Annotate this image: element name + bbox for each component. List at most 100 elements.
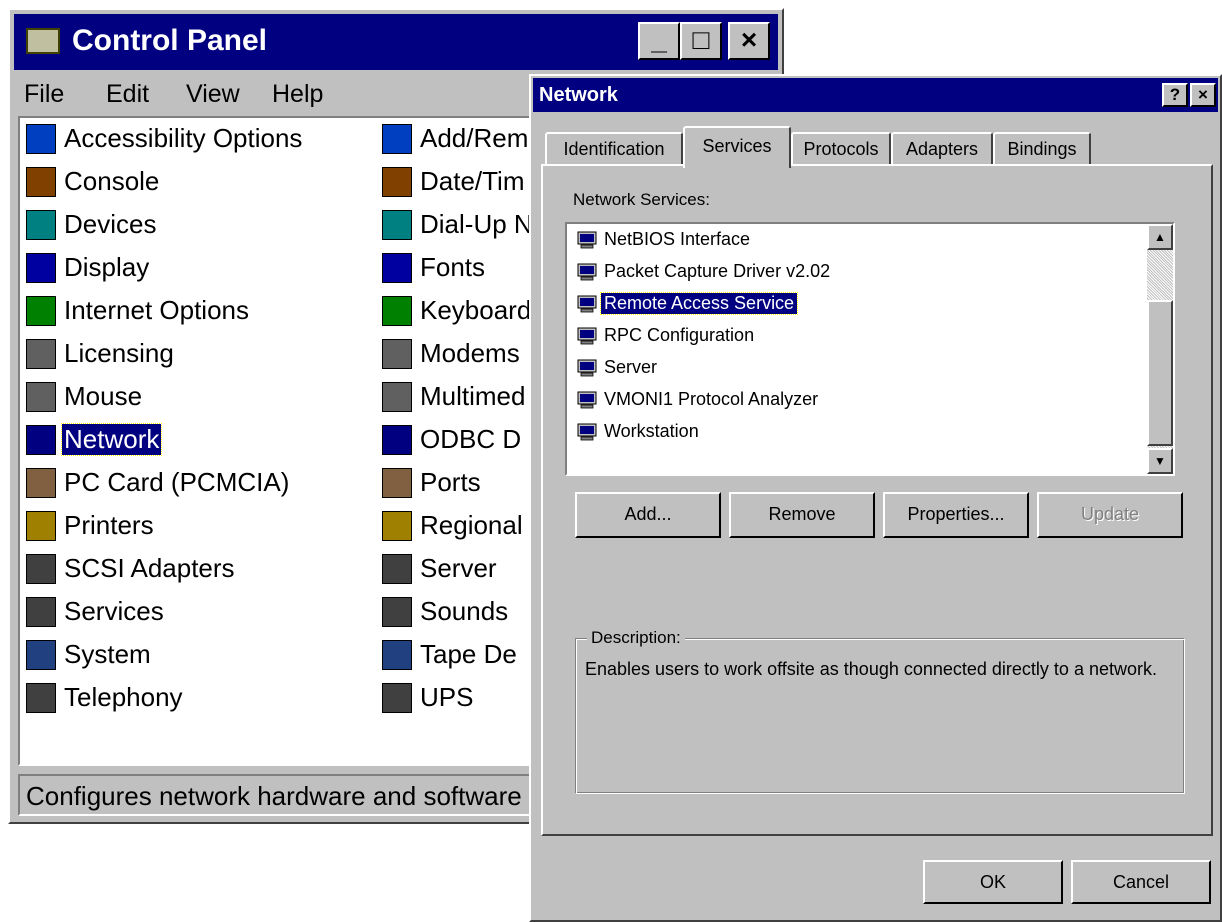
cp-item-label: Date/Tim <box>420 166 525 196</box>
service-label: VMONI1 Protocol Analyzer <box>604 389 819 409</box>
service-label: Packet Capture Driver v2.02 <box>604 261 831 281</box>
multimedia-icon <box>382 382 412 412</box>
help-button[interactable]: ? <box>1162 83 1188 107</box>
cp-item-label: Server <box>420 553 497 583</box>
arrow-up-icon: ▲ <box>1154 230 1166 244</box>
dialog-close-button[interactable]: × <box>1190 83 1216 107</box>
cp-item-label: Licensing <box>64 338 174 368</box>
date-time-icon <box>382 167 412 197</box>
minimize-icon: _ <box>651 24 667 55</box>
cp-item-label: UPS <box>420 682 474 712</box>
tab-services[interactable]: Services <box>683 126 791 168</box>
keyboard-icon <box>382 296 412 326</box>
system-icon <box>26 640 56 670</box>
properties-button[interactable]: Properties... <box>883 492 1029 538</box>
properties-button-label: Properties... <box>907 504 1005 524</box>
computer-icon <box>577 231 597 249</box>
tab-identification-label: Identification <box>563 139 665 159</box>
tab-protocols[interactable]: Protocols <box>791 132 891 166</box>
cp-item-label: Multimed <box>420 381 526 411</box>
menu-view[interactable]: View <box>186 80 240 109</box>
computer-icon <box>577 359 597 377</box>
network-icon <box>26 425 56 455</box>
network-services-list[interactable]: NetBIOS Interface Packet Capture Driver v… <box>565 222 1175 476</box>
menu-edit[interactable]: Edit <box>106 80 149 109</box>
cp-item-label: Devices <box>64 209 157 239</box>
cp-item-label: Fonts <box>420 252 486 282</box>
cp-item-label: Services <box>64 596 164 626</box>
tab-adapters[interactable]: Adapters <box>891 132 993 166</box>
cp-item-label: Printers <box>64 510 154 540</box>
network-title: Network <box>539 84 618 106</box>
cp-item-label: Sounds <box>420 596 509 626</box>
tab-protocols-label: Protocols <box>803 139 879 159</box>
cp-item-label: Console <box>64 166 160 196</box>
cp-item-label: Keyboard <box>420 295 532 325</box>
cp-item-label: Telephony <box>64 682 183 712</box>
close-icon: × <box>1198 85 1208 104</box>
cp-item-label: PC Card (PCMCIA) <box>64 467 290 497</box>
add-remove-icon <box>382 124 412 154</box>
tab-services-label: Services <box>702 136 772 156</box>
add-button-label: Add... <box>624 504 672 524</box>
network-services-label: Network Services: <box>573 190 710 209</box>
pc-card-icon <box>26 468 56 498</box>
tab-bindings-label: Bindings <box>1007 139 1077 159</box>
modems-icon <box>382 339 412 369</box>
menu-help[interactable]: Help <box>272 80 323 109</box>
tape-devices-icon <box>382 640 412 670</box>
minimize-button[interactable]: _ <box>638 22 680 60</box>
cp-item-label: Tape De <box>420 639 517 669</box>
cp-item-label: SCSI Adapters <box>64 553 235 583</box>
tab-identification[interactable]: Identification <box>545 132 683 166</box>
scsi-icon <box>26 554 56 584</box>
network-dialog: Network ? × Identification Services Prot… <box>529 74 1222 922</box>
computer-icon <box>577 391 597 409</box>
remove-button-label: Remove <box>768 504 836 524</box>
service-label: Server <box>604 357 658 377</box>
maximize-button[interactable]: □ <box>680 22 722 60</box>
tab-bindings[interactable]: Bindings <box>993 132 1091 166</box>
services-scrollbar[interactable]: ▲ ▼ <box>1147 224 1173 474</box>
tab-adapters-label: Adapters <box>905 139 979 159</box>
update-button[interactable]: Update <box>1037 492 1183 538</box>
control-panel-icon <box>26 28 60 54</box>
description-label: Description: <box>587 628 685 648</box>
licensing-icon <box>26 339 56 369</box>
ok-button-label: OK <box>979 872 1006 892</box>
network-titlebar[interactable]: Network ? × <box>533 78 1218 112</box>
scroll-down-button[interactable]: ▼ <box>1147 448 1173 474</box>
remove-button[interactable]: Remove <box>729 492 875 538</box>
mouse-icon <box>26 382 56 412</box>
printers-icon <box>26 511 56 541</box>
service-label: Remote Access Service <box>599 292 799 315</box>
add-button[interactable]: Add... <box>575 492 721 538</box>
cp-item-label: Modems <box>420 338 520 368</box>
cp-item-label: Dial-Up N <box>420 209 533 239</box>
server-icon <box>382 554 412 584</box>
ok-button[interactable]: OK <box>923 860 1063 904</box>
close-button[interactable]: × <box>728 22 770 60</box>
control-panel-titlebar[interactable]: Control Panel _ □ × <box>14 14 778 70</box>
arrow-down-icon: ▼ <box>1154 454 1166 468</box>
cancel-button[interactable]: Cancel <box>1071 860 1211 904</box>
ups-icon <box>382 683 412 713</box>
service-label: Workstation <box>604 421 699 441</box>
scroll-thumb[interactable] <box>1147 300 1173 446</box>
scroll-up-button[interactable]: ▲ <box>1147 224 1173 250</box>
cp-item-label: Add/Rem <box>420 123 529 153</box>
regional-icon <box>382 511 412 541</box>
cp-item-label: Accessibility Options <box>64 123 303 153</box>
description-text: Enables users to work offsite as though … <box>585 659 1157 679</box>
menu-file[interactable]: File <box>24 80 64 109</box>
sounds-icon <box>382 597 412 627</box>
cp-item-label: Ports <box>420 467 481 497</box>
help-icon: ? <box>1169 85 1181 104</box>
display-icon <box>26 253 56 283</box>
services-icon <box>26 597 56 627</box>
cp-item-label: System <box>64 639 151 669</box>
internet-options-icon <box>26 296 56 326</box>
devices-icon <box>26 210 56 240</box>
fonts-icon <box>382 253 412 283</box>
odbc-icon <box>382 425 412 455</box>
